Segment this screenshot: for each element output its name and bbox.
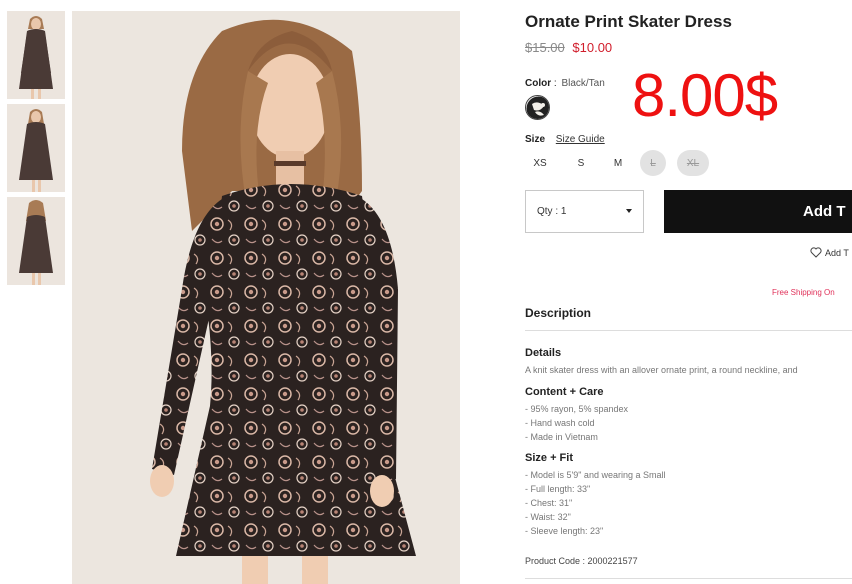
size-option-s[interactable]: S [568, 150, 594, 176]
divider [525, 330, 852, 331]
size-row: Size Size Guide [525, 134, 605, 145]
size-fit-item: - Waist: 32" [525, 512, 571, 522]
content-care-list: - 95% rayon, 5% spandex - Hand wash cold… [525, 402, 628, 444]
caret-down-icon [626, 209, 632, 213]
main-product-image[interactable] [72, 11, 460, 584]
overlay-price-annotation: 8.00$ [632, 62, 778, 129]
add-to-bag-button[interactable]: Add T [664, 190, 852, 233]
model-illustration [72, 11, 460, 584]
content-care-item: - Hand wash cold [525, 418, 595, 428]
color-swatch-black-tan[interactable] [525, 95, 550, 120]
add-to-wishlist-link[interactable]: Add T [810, 247, 849, 258]
size-option-xs[interactable]: XS [527, 150, 553, 176]
swatch-pattern-icon [526, 96, 549, 119]
divider [525, 578, 852, 579]
content-care-item: - 95% rayon, 5% spandex [525, 404, 629, 414]
size-fit-list: - Model is 5'9" and wearing a Small - Fu… [525, 468, 665, 538]
product-thumbnail-side[interactable] [7, 104, 65, 192]
color-separator: : [553, 78, 557, 89]
size-fit-title: Size + Fit [525, 452, 573, 464]
color-value: Black/Tan [561, 78, 605, 89]
size-fit-item: - Sleeve length: 23" [525, 526, 604, 536]
color-label: Color [525, 78, 552, 89]
size-option-xl[interactable]: XL [677, 150, 709, 176]
quantity-label: Qty : 1 [537, 206, 567, 217]
free-shipping-banner[interactable]: Free Shipping On [772, 288, 835, 297]
thumbnail-image [7, 104, 65, 192]
price-row: $15.00 $10.00 [525, 40, 612, 55]
content-care-item: - Made in Vietnam [525, 432, 598, 442]
details-title: Details [525, 347, 562, 359]
sale-price: $10.00 [572, 40, 613, 55]
size-option-l[interactable]: L [640, 150, 666, 176]
product-thumbnail-front[interactable] [7, 11, 65, 99]
details-text: A knit skater dress with an allover orna… [525, 365, 798, 375]
size-fit-item: - Chest: 31" [525, 498, 573, 508]
quantity-select[interactable]: Qty : 1 [525, 190, 644, 233]
product-thumbnail-back[interactable] [7, 197, 65, 285]
content-care-title: Content + Care [525, 386, 604, 398]
product-title: Ornate Print Skater Dress [525, 12, 732, 31]
product-code: Product Code : 2000221577 [525, 556, 638, 566]
description-heading: Description [525, 306, 592, 320]
size-option-m[interactable]: M [605, 150, 631, 176]
thumbnail-image [7, 197, 65, 285]
original-price: $15.00 [525, 40, 565, 55]
color-row: Color : Black/Tan [525, 78, 605, 89]
size-guide-link[interactable]: Size Guide [556, 134, 605, 145]
thumbnail-image [7, 11, 65, 99]
size-label: Size [525, 134, 546, 145]
wishlist-label: Add T [825, 247, 849, 258]
heart-outline-icon [810, 247, 822, 258]
size-fit-item: - Full length: 33" [525, 484, 591, 494]
size-fit-item: - Model is 5'9" and wearing a Small [525, 470, 666, 480]
